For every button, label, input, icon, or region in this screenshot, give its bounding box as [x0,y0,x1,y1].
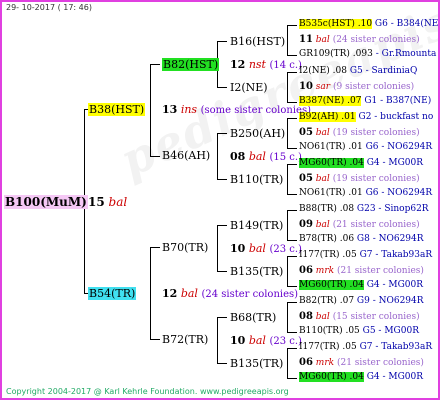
connector [287,55,297,56]
connector [287,164,288,194]
connector [287,302,288,332]
gen4-row[interactable]: I2(NE) .08 G5 - SardiniaQ [299,67,417,76]
gen4-breeder: 09 bal (21 sister colonies) [299,219,420,230]
gen2-breeder: 10 bal (23 c.) [230,334,302,347]
gen4-row[interactable]: B78(TR) .06 G8 - NO6294R [299,235,424,244]
gen4-row[interactable]: I177(TR) .05 G7 - Takab93aR [299,343,432,352]
connector [217,133,227,134]
gen2-breeder: 08 bal (15 c.) [230,150,302,163]
connector [150,64,160,65]
copyright-footer: Copyright 2004-2017 @ Karl Kehrle Founda… [6,387,289,396]
root-breeder: 15 bal [88,195,128,209]
gen3-queen[interactable]: B250(AH) [230,128,285,139]
gen4-row[interactable]: GR109(TR) .093 - Gr.Rmounta [299,50,436,59]
gen4-row[interactable]: I177(TR) .05 G7 - Takab93aR [299,251,432,260]
connector [287,256,288,286]
connector [287,25,297,26]
gen2-breeder: 12 nst (14 c.) [230,58,302,71]
connector [217,271,227,272]
root-queen[interactable]: B100(MuM) [4,195,88,209]
gen1-breeder: 12 bal (24 sister colonies) [162,287,299,300]
connector [217,87,227,88]
gen4-row[interactable]: B387(NE) .07 G1 - B387(NE) [299,96,431,106]
gen4-row[interactable]: B88(TR) .08 G23 - Sinop62R [299,205,429,214]
connector [217,317,227,318]
gen4-row[interactable]: B535c(HST) .10 G6 - B384(NE) [299,19,438,29]
connector [287,102,297,103]
pedigree-frame: pedigreeapis.org 29- 10-2017 ( 17: 46) B… [0,0,440,400]
gen4-row[interactable]: B92(AH) .01 G2 - buckfast no [299,112,433,122]
connector [150,64,151,156]
gen4-row[interactable]: MG60(TR) .04 G4 - MG00R [299,280,423,290]
gen4-row[interactable]: MG60(TR) .04 G4 - MG00R [299,372,423,382]
gen4-breeder: 11 bal (24 sister colonies) [299,34,420,45]
connector [217,133,218,179]
connector [287,118,288,148]
gen4-row[interactable]: B82(TR) .07 G9 - NO6294R [299,297,424,306]
connector [217,317,218,363]
connector [287,348,297,349]
gen1-queen[interactable]: B54(TR) [88,287,137,300]
gen4-breeder: 10 sar (9 sister colonies) [299,81,415,92]
gen1-queen[interactable]: B38(HST) [88,103,146,116]
connector [287,302,297,303]
connector [287,378,297,379]
connector [287,210,297,211]
date-stamp: 29- 10-2017 ( 17: 46) [6,3,92,12]
gen4-breeder: 06 mrk (21 sister colonies) [299,265,424,276]
connector [150,247,151,339]
connector [150,247,160,248]
gen4-breeder: 06 mrk (21 sister colonies) [299,357,424,368]
connector [217,179,227,180]
connector [150,156,160,157]
connector [217,225,227,226]
gen2-queen[interactable]: B70(TR) [162,242,208,253]
gen4-row[interactable]: NO61(TR) .01 G6 - NO6294R [299,143,432,152]
gen4-row[interactable]: MG60(TR) .04 G4 - MG00R [299,158,423,168]
gen2-queen[interactable]: B72(TR) [162,334,208,345]
connector [287,210,288,240]
connector [287,256,297,257]
connector [287,72,288,102]
gen3-queen[interactable]: B110(TR) [230,174,283,185]
gen2-breeder: 10 bal (23 c.) [230,242,302,255]
gen3-queen[interactable]: I2(NE) [230,82,268,93]
connector [217,225,218,271]
connector [150,339,160,340]
connector [287,164,297,165]
gen3-queen[interactable]: B135(TR) [230,358,283,369]
connector [287,25,288,55]
gen4-breeder: 05 bal (19 sister colonies) [299,127,420,138]
gen1-breeder: 13 ins (some sister colonies) [162,103,311,116]
gen4-row[interactable]: NO61(TR) .01 G6 - NO6294R [299,189,432,198]
gen4-row[interactable]: B110(TR) .05 G5 - MG00R [299,327,419,336]
gen3-queen[interactable]: B149(TR) [230,220,283,231]
connector [287,72,297,73]
connector [287,286,297,287]
connector [217,41,227,42]
gen3-queen[interactable]: B68(TR) [230,312,276,323]
gen2-queen[interactable]: B46(AH) [162,150,210,161]
gen4-breeder: 05 bal (19 sister colonies) [299,173,420,184]
gen3-queen[interactable]: B16(HST) [230,36,285,47]
connector [287,194,297,195]
gen3-queen[interactable]: B135(TR) [230,266,283,277]
gen2-queen[interactable]: B82(HST) [162,58,220,71]
connector [287,348,288,378]
connector [217,363,227,364]
connector [287,332,297,333]
connector [287,118,297,119]
connector [287,240,297,241]
gen4-breeder: 08 bal (15 sister colonies) [299,311,420,322]
connector [287,148,297,149]
